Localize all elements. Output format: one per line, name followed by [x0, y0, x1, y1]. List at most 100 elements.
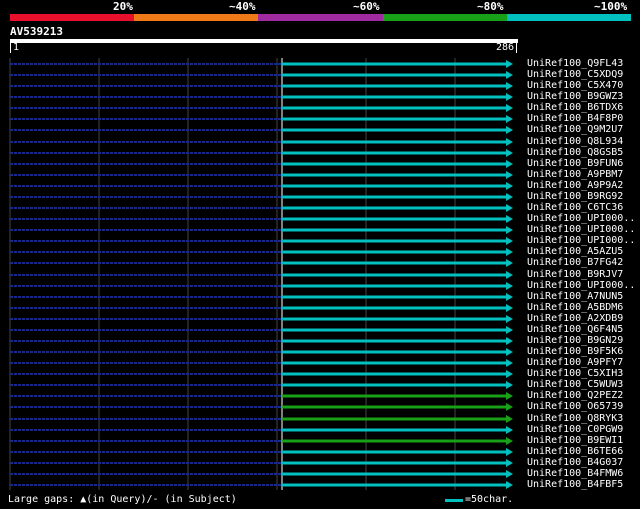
hit-label[interactable]: UniRef100_C5WUW3 — [527, 379, 623, 390]
hit-label[interactable]: UniRef100_B6TE66 — [527, 446, 623, 457]
hit-label[interactable]: UniRef100_B9GN29 — [527, 335, 623, 346]
hit-label[interactable]: UniRef100_A5BDM6 — [527, 302, 623, 313]
hit-label[interactable]: UniRef100_UPI000.. — [527, 235, 635, 246]
hit-label[interactable]: UniRef100_C5XIH3 — [527, 368, 623, 379]
hit-label[interactable]: UniRef100_C0PGW9 — [527, 424, 623, 435]
hit-bar — [282, 106, 506, 110]
hit-arrow-icon — [506, 448, 513, 456]
hit-arrow-icon — [506, 370, 513, 378]
hit-label[interactable]: UniRef100_Q8RYK3 — [527, 413, 623, 424]
hit-arrow-icon — [506, 126, 513, 134]
hit-arrow-icon — [506, 304, 513, 312]
hit-label[interactable]: UniRef100_A9PFY7 — [527, 357, 623, 368]
hit-arrow-icon — [506, 104, 513, 112]
hit-arrow-icon — [506, 204, 513, 212]
hit-arrow-icon — [506, 237, 513, 245]
hit-label[interactable]: UniRef100_O65739 — [527, 401, 623, 412]
hit-arrow-icon — [506, 359, 513, 367]
hit-bar — [282, 206, 506, 210]
hit-arrow-icon — [506, 71, 513, 79]
hit-bar — [282, 483, 506, 487]
hit-bar — [282, 306, 506, 310]
hit-arrow-icon — [506, 193, 513, 201]
hit-arrow-icon — [506, 426, 513, 434]
hit-label[interactable]: UniRef100_A2XDB9 — [527, 313, 623, 324]
hit-bar — [282, 339, 506, 343]
hit-label[interactable]: UniRef100_C6TC36 — [527, 202, 623, 213]
hit-bar — [282, 372, 506, 376]
hit-arrow-icon — [506, 459, 513, 467]
hit-arrow-icon — [506, 60, 513, 68]
hit-label[interactable]: UniRef100_B4FBF5 — [527, 479, 623, 490]
hit-arrow-icon — [506, 138, 513, 146]
hit-label[interactable]: UniRef100_Q8GSB5 — [527, 147, 623, 158]
hit-arrow-icon — [506, 93, 513, 101]
hit-bar — [282, 428, 506, 432]
hit-arrow-icon — [506, 403, 513, 411]
hit-bar — [282, 261, 506, 265]
hit-label[interactable]: UniRef100_UPI000.. — [527, 224, 635, 235]
hit-label[interactable]: UniRef100_A7NUN5 — [527, 291, 623, 302]
hit-arrow-icon — [506, 226, 513, 234]
hit-label[interactable]: UniRef100_B9FUN6 — [527, 158, 623, 169]
hit-arrow-icon — [506, 293, 513, 301]
hit-bar — [282, 162, 506, 166]
hit-bar — [282, 184, 506, 188]
hit-bar — [282, 439, 506, 443]
hit-label[interactable]: UniRef100_Q6F4N5 — [527, 324, 623, 335]
hit-label[interactable]: UniRef100_B9F5K6 — [527, 346, 623, 357]
hit-arrow-icon — [506, 348, 513, 356]
hit-bar — [282, 417, 506, 421]
hit-arrow-icon — [506, 149, 513, 157]
hit-arrow-icon — [506, 259, 513, 267]
hit-label[interactable]: UniRef100_B9EWI1 — [527, 435, 623, 446]
hit-bar — [282, 84, 506, 88]
hit-label[interactable]: UniRef100_B9RG92 — [527, 191, 623, 202]
hit-arrow-icon — [506, 315, 513, 323]
hit-arrow-icon — [506, 215, 513, 223]
hit-bar — [282, 217, 506, 221]
hit-bar — [282, 62, 506, 66]
hit-label[interactable]: UniRef100_B4FMW6 — [527, 468, 623, 479]
hit-bar — [282, 361, 506, 365]
hit-arrow-icon — [506, 82, 513, 90]
hit-label[interactable]: UniRef100_B4G037 — [527, 457, 623, 468]
hit-label[interactable]: UniRef100_A5AZU5 — [527, 246, 623, 257]
hit-bar — [282, 328, 506, 332]
hit-label[interactable]: UniRef100_C5X470 — [527, 80, 623, 91]
hit-arrow-icon — [506, 415, 513, 423]
hit-arrow-icon — [506, 470, 513, 478]
hit-bar — [282, 450, 506, 454]
hit-bar — [282, 73, 506, 77]
hit-label[interactable]: UniRef100_A9PBM7 — [527, 169, 623, 180]
hit-bar — [282, 95, 506, 99]
hit-arrow-icon — [506, 337, 513, 345]
hit-bar — [282, 295, 506, 299]
hit-arrow-icon — [506, 248, 513, 256]
hit-label[interactable]: UniRef100_UPI000.. — [527, 213, 635, 224]
hit-label[interactable]: UniRef100_Q9M2U7 — [527, 124, 623, 135]
scale-label: =50char. — [465, 494, 514, 505]
hit-label[interactable]: UniRef100_B9RJV7 — [527, 269, 623, 280]
hit-arrow-icon — [506, 392, 513, 400]
hit-label[interactable]: UniRef100_C5XDQ9 — [527, 69, 623, 80]
hit-arrow-icon — [506, 481, 513, 489]
hit-bar — [282, 461, 506, 465]
scale-swatch — [445, 499, 463, 502]
hit-label[interactable]: UniRef100_B9GWZ3 — [527, 91, 623, 102]
hit-label[interactable]: UniRef100_B4F8P0 — [527, 113, 623, 124]
hit-label[interactable]: UniRef100_B7FG42 — [527, 257, 623, 268]
hit-label[interactable]: UniRef100_Q2PEZ2 — [527, 390, 623, 401]
hit-bar — [282, 284, 506, 288]
hit-label[interactable]: UniRef100_UPI000.. — [527, 280, 635, 291]
hit-bar — [282, 317, 506, 321]
hit-label[interactable]: UniRef100_A9P9A2 — [527, 180, 623, 191]
hit-bar — [282, 273, 506, 277]
hit-arrow-icon — [506, 381, 513, 389]
hit-label[interactable]: UniRef100_Q9FL43 — [527, 58, 623, 69]
hit-arrow-icon — [506, 115, 513, 123]
hit-bar — [282, 250, 506, 254]
hit-label[interactable]: UniRef100_B6TDX6 — [527, 102, 623, 113]
hit-label[interactable]: UniRef100_Q8L934 — [527, 136, 623, 147]
hit-arrow-icon — [506, 160, 513, 168]
